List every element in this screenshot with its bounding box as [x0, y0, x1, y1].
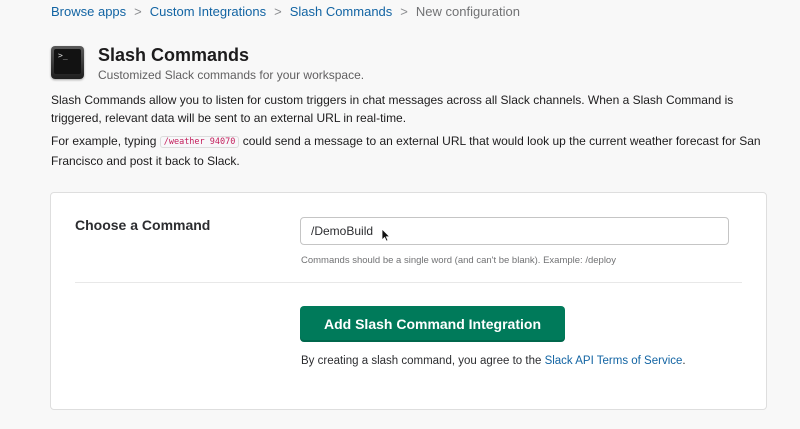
- breadcrumb-slash-commands[interactable]: Slash Commands: [290, 3, 393, 21]
- example-code: /weather 94070: [159, 136, 240, 148]
- command-form-card: Choose a Command Commands should be a si…: [50, 192, 767, 410]
- choose-command-label: Choose a Command: [75, 217, 211, 233]
- terms-prefix: By creating a slash command, you agree t…: [301, 355, 545, 367]
- breadcrumb-separator: >: [134, 4, 142, 19]
- page-title: Slash Commands: [98, 45, 250, 65]
- page-subtitle: Customized Slack commands for your works…: [98, 68, 365, 82]
- divider: [75, 282, 742, 283]
- example-prefix: For example, typing: [51, 134, 160, 148]
- command-hint: Commands should be a single word (and ca…: [301, 255, 616, 266]
- page: Browse apps > Custom Integrations > Slas…: [0, 0, 800, 429]
- terminal-prompt: >_: [58, 51, 68, 60]
- terms-link[interactable]: Slack API Terms of Service: [545, 355, 683, 367]
- breadcrumb-browse-apps[interactable]: Browse apps: [51, 3, 126, 21]
- breadcrumb-separator: >: [400, 4, 408, 19]
- breadcrumb-separator: >: [274, 4, 282, 19]
- description-example: For example, typing /weather 94070 could…: [51, 132, 761, 170]
- command-input[interactable]: [300, 217, 729, 245]
- text-cursor-icon: [381, 228, 391, 242]
- description-intro: Slash Commands allow you to listen for c…: [51, 93, 734, 125]
- breadcrumb-custom-integrations[interactable]: Custom Integrations: [150, 3, 266, 21]
- terminal-icon: >_: [51, 46, 84, 79]
- breadcrumb: Browse apps > Custom Integrations > Slas…: [51, 3, 520, 21]
- terms-suffix: .: [682, 355, 686, 367]
- breadcrumb-current: New configuration: [415, 4, 520, 19]
- add-slash-command-button[interactable]: Add Slash Command Integration: [300, 306, 565, 342]
- terms-text: By creating a slash command, you agree t…: [301, 355, 686, 367]
